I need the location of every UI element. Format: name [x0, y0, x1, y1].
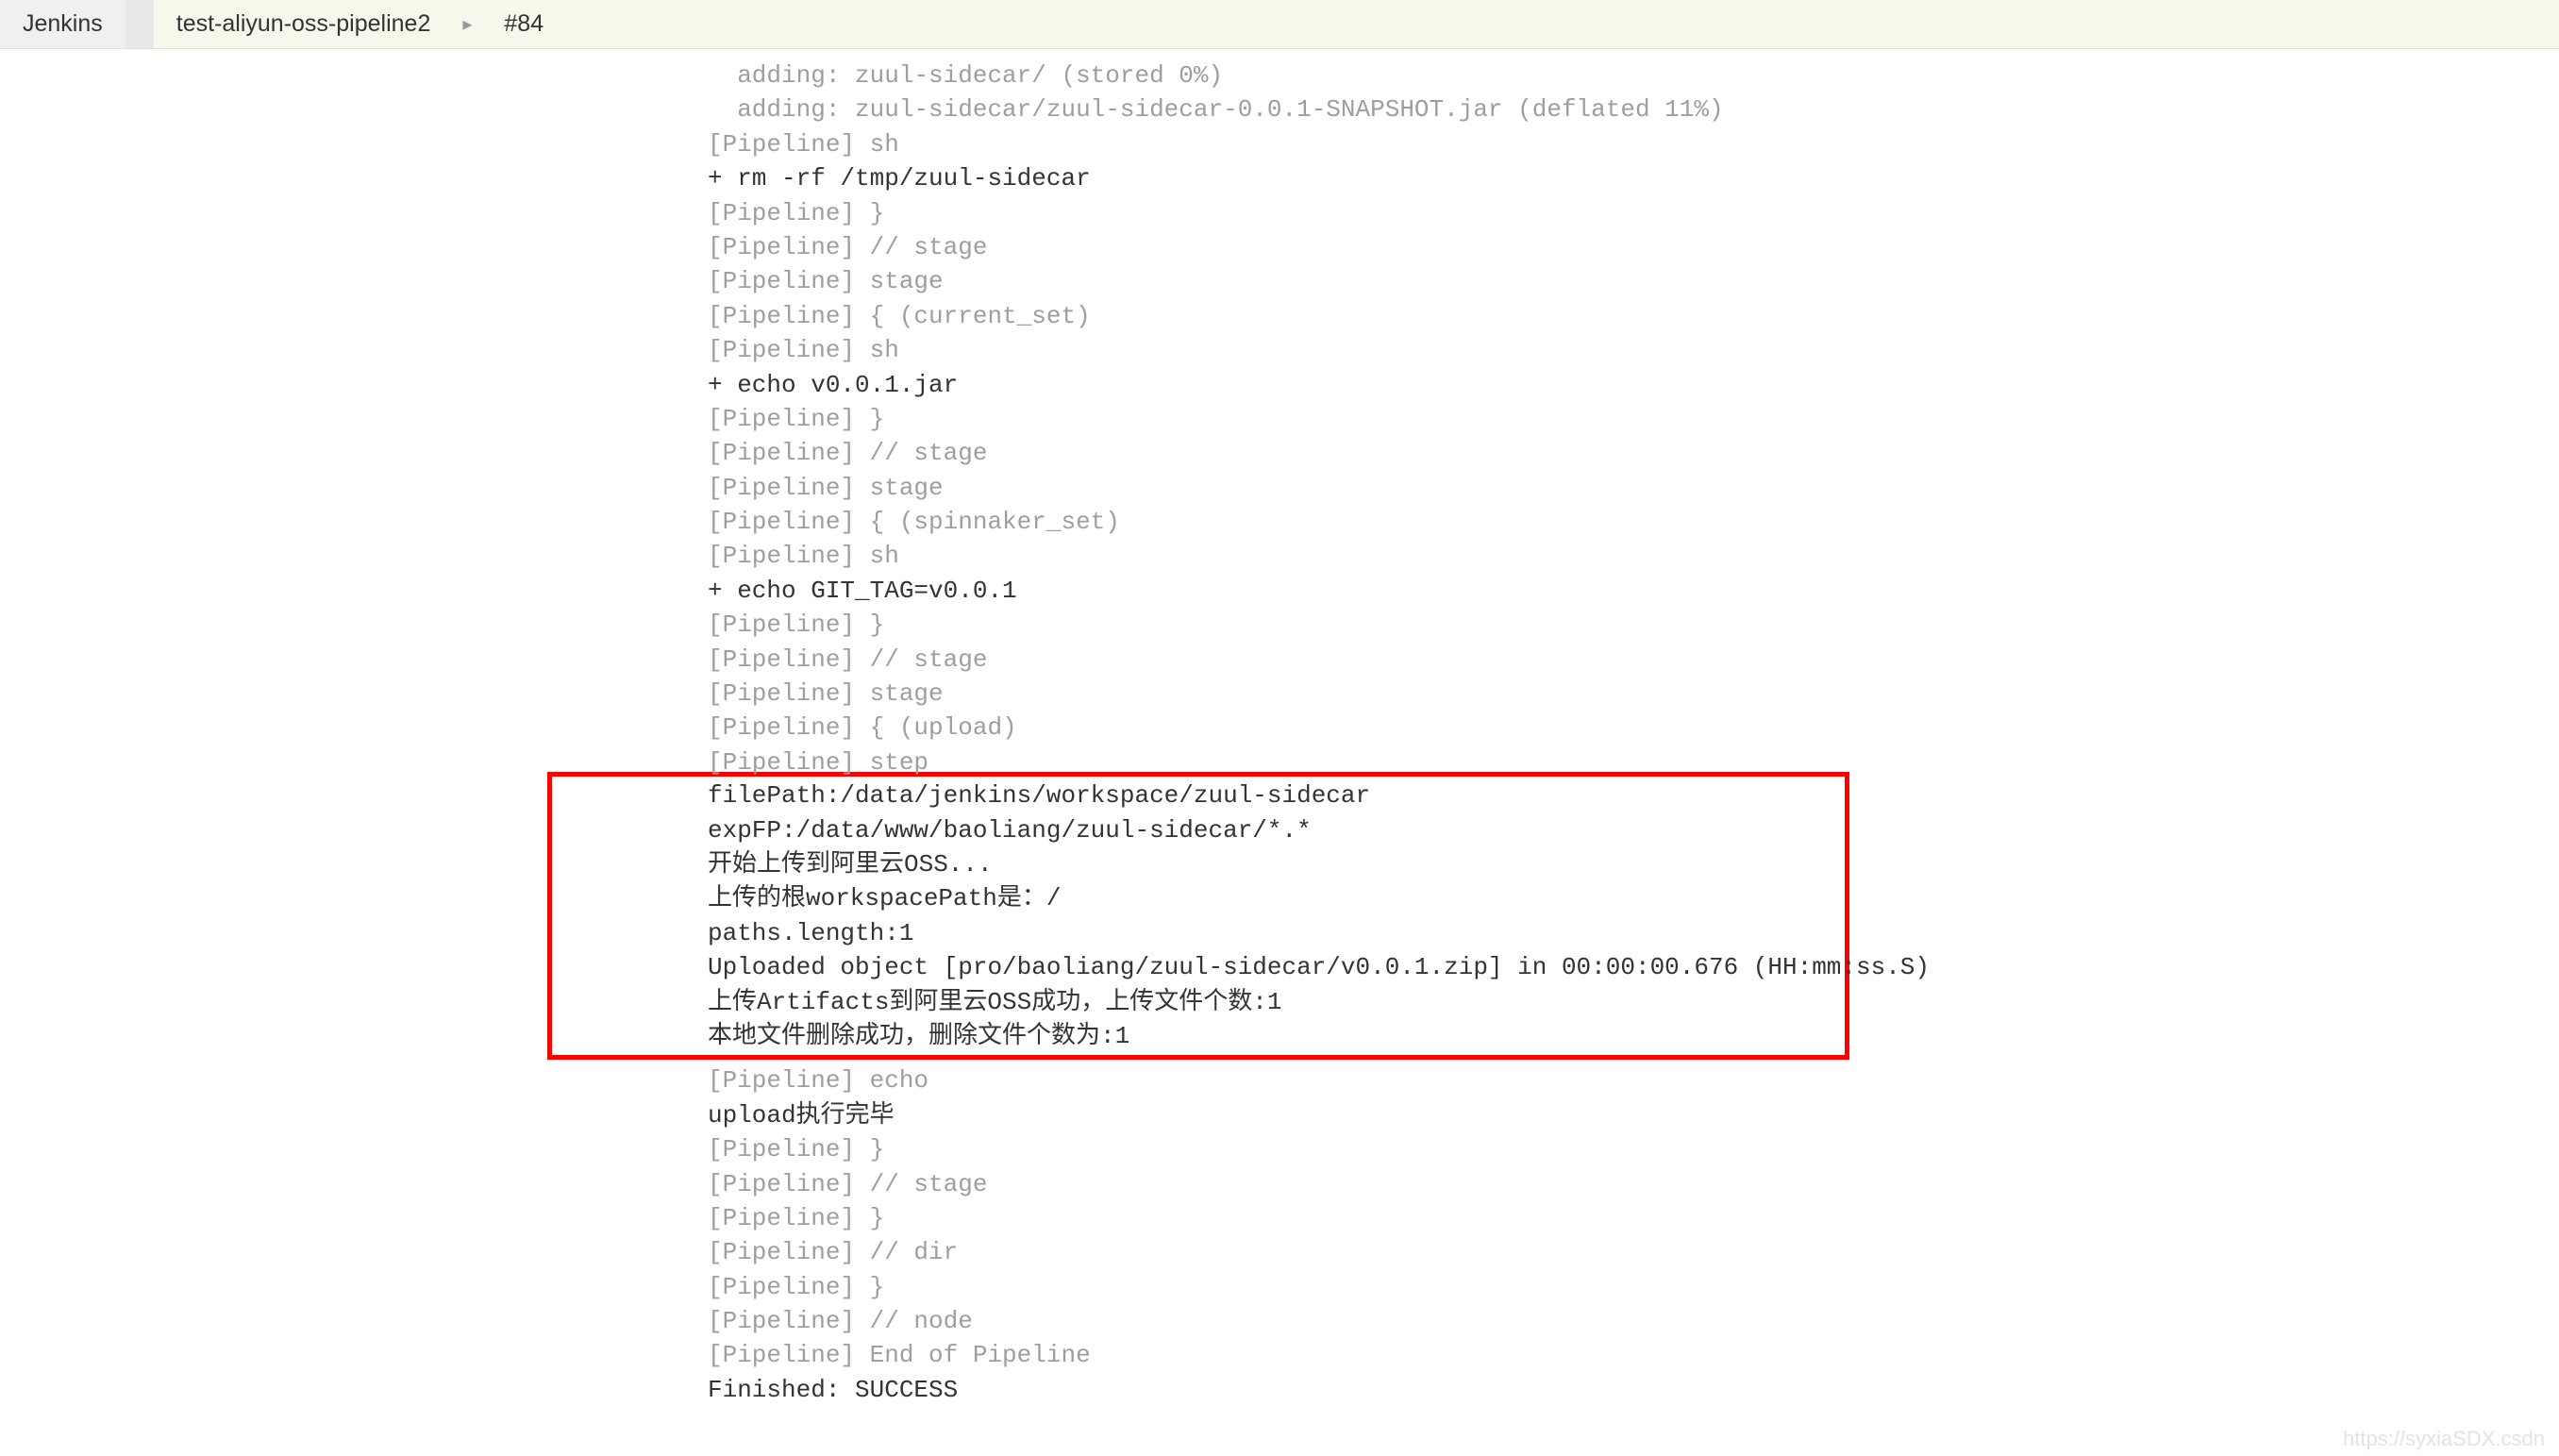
- console-line: + echo GIT_TAG=v0.0.1: [708, 574, 2559, 608]
- console-line: 上传的根workspacePath是：/: [708, 881, 1845, 915]
- console-line: 上传Artifacts到阿里云OSS成功，上传文件个数:1: [708, 985, 1845, 1019]
- console-output: adding: zuul-sidecar/ (stored 0%) adding…: [0, 49, 2559, 1407]
- console-lines-post: [Pipeline] echoupload执行完毕[Pipeline] }[Pi…: [708, 1063, 2559, 1407]
- breadcrumb-root[interactable]: Jenkins: [0, 0, 125, 48]
- console-line: [Pipeline] End of Pipeline: [708, 1338, 2559, 1372]
- console-line: [Pipeline] { (current_set): [708, 299, 2559, 333]
- console-line: [Pipeline] // stage: [708, 230, 2559, 264]
- console-line: [Pipeline] sh: [708, 333, 2559, 367]
- breadcrumb-separator: [125, 0, 154, 48]
- console-line: adding: zuul-sidecar/ (stored 0%): [708, 59, 2559, 92]
- console-line: + rm -rf /tmp/zuul-sidecar: [708, 161, 2559, 195]
- console-line: [Pipeline] echo: [708, 1063, 2559, 1097]
- console-line: [Pipeline] // dir: [708, 1235, 2559, 1269]
- console-line: adding: zuul-sidecar/zuul-sidecar-0.0.1-…: [708, 92, 2559, 126]
- chevron-right-icon: ▸: [453, 12, 481, 36]
- console-line: [Pipeline] }: [708, 402, 2559, 436]
- console-line: [Pipeline] { (spinnaker_set): [708, 505, 2559, 539]
- console-line: + echo v0.0.1.jar: [708, 368, 2559, 402]
- console-line: [Pipeline] }: [708, 1201, 2559, 1235]
- console-line: [Pipeline] { (upload): [708, 711, 2559, 745]
- console-line: [Pipeline] stage: [708, 677, 2559, 711]
- console-line: [Pipeline] // stage: [708, 643, 2559, 677]
- console-line: upload执行完毕: [708, 1098, 2559, 1132]
- console-line: paths.length:1: [708, 916, 1845, 950]
- breadcrumb: Jenkins test-aliyun-oss-pipeline2 ▸ #84: [0, 0, 2559, 49]
- console-line: Uploaded object [pro/baoliang/zuul-sidec…: [708, 950, 1845, 984]
- console-line: [Pipeline] }: [708, 1270, 2559, 1304]
- console-line: [Pipeline] // node: [708, 1304, 2559, 1338]
- console-line: [Pipeline] // stage: [708, 1167, 2559, 1201]
- console-line: 本地文件删除成功，删除文件个数为:1: [708, 1019, 1845, 1053]
- console-line: expFP:/data/www/baoliang/zuul-sidecar/*.…: [708, 813, 1845, 847]
- console-line: [Pipeline] stage: [708, 264, 2559, 298]
- console-line: Finished: SUCCESS: [708, 1373, 2559, 1407]
- breadcrumb-build[interactable]: #84: [481, 0, 566, 48]
- console-line: [Pipeline] }: [708, 1132, 2559, 1166]
- highlight-annotation: filePath:/data/jenkins/workspace/zuul-si…: [547, 772, 1849, 1060]
- console-line: filePath:/data/jenkins/workspace/zuul-si…: [708, 778, 1845, 812]
- breadcrumb-pipeline[interactable]: test-aliyun-oss-pipeline2: [154, 0, 454, 48]
- console-line: [Pipeline] // stage: [708, 436, 2559, 470]
- console-lines-pre: adding: zuul-sidecar/ (stored 0%) adding…: [708, 59, 2559, 779]
- console-line: [Pipeline] sh: [708, 539, 2559, 573]
- console-line: [Pipeline] }: [708, 196, 2559, 230]
- console-line: [Pipeline] }: [708, 608, 2559, 642]
- console-line: [Pipeline] stage: [708, 471, 2559, 505]
- console-lines-highlight: filePath:/data/jenkins/workspace/zuul-si…: [708, 778, 1845, 1053]
- watermark: https://syxiaSDX.csdn: [2343, 1427, 2545, 1451]
- console-line: [Pipeline] sh: [708, 127, 2559, 161]
- console-line: 开始上传到阿里云OSS...: [708, 847, 1845, 881]
